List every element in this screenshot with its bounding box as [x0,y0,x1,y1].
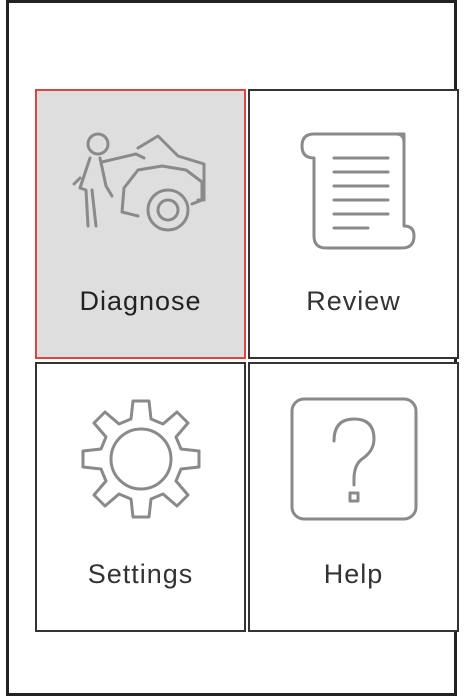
diagnose-label: Diagnose [79,286,202,316]
diagnose-tile[interactable]: Diagnose [35,89,246,359]
device-screen: Diagnose Review Settings Help [6,0,459,696]
settings-label: Settings [87,559,194,589]
scroll-document-icon [250,121,457,251]
help-tile[interactable]: Help [248,362,459,632]
gear-icon [37,394,244,524]
question-mark-icon [250,394,457,524]
settings-tile[interactable]: Settings [35,362,246,632]
mechanic-car-icon [37,121,244,251]
review-label: Review [306,286,401,316]
review-tile[interactable]: Review [248,89,459,359]
help-label: Help [323,559,384,589]
